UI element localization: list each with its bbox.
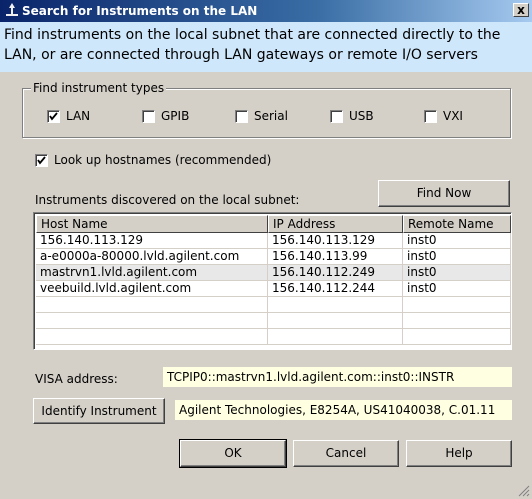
cell-ip: 156.140.113.129 [268, 233, 403, 249]
checkbox-lookup-label: Look up hostnames (recommended) [54, 153, 272, 167]
checkbox-gpib[interactable]: GPIB [142, 109, 189, 123]
find-now-button[interactable]: Find Now [378, 180, 510, 207]
table-row[interactable]: 156.140.113.129 156.140.113.129 inst0 [36, 233, 511, 249]
cell-host: a-e0000a-80000.lvld.agilent.com [36, 249, 268, 265]
cell-ip: 156.140.113.99 [268, 249, 403, 265]
banner-line-2: LAN, or are connected through LAN gatewa… [4, 47, 478, 63]
cell-empty [268, 297, 403, 313]
title-bar: Search for Instruments on the LAN x [0, 0, 532, 22]
info-banner: Find instruments on the local subnet tha… [0, 22, 532, 72]
table-row-empty [36, 313, 511, 329]
table-row[interactable]: a-e0000a-80000.lvld.agilent.com 156.140.… [36, 249, 511, 265]
instrument-types-group: Find instrument types LAN GPIB Serial US… [22, 81, 511, 138]
cell-remote: inst0 [403, 281, 511, 297]
cell-ip: 156.140.112.249 [268, 265, 403, 281]
cell-empty [36, 329, 268, 345]
cell-host: mastrvn1.lvld.agilent.com [36, 265, 268, 281]
column-remote-name[interactable]: Remote Name [403, 215, 511, 233]
close-button[interactable]: x [513, 3, 529, 17]
checkbox-gpib-label: GPIB [161, 109, 190, 123]
cell-host: 156.140.113.129 [36, 233, 268, 249]
ok-button[interactable]: OK [179, 439, 287, 468]
cancel-button[interactable]: Cancel [293, 440, 399, 467]
banner-line-1: Find instruments on the local subnet tha… [4, 27, 501, 43]
cell-empty [403, 313, 511, 329]
checkbox-lan-label: LAN [66, 109, 91, 123]
close-icon: x [517, 3, 525, 17]
cell-empty [36, 313, 268, 329]
checkbox-usb[interactable]: USB [330, 109, 374, 123]
column-ip-address[interactable]: IP Address [268, 215, 403, 233]
checkbox-serial[interactable]: Serial [235, 109, 288, 123]
checkbox-vxi-box[interactable] [424, 109, 437, 123]
window-title: Search for Instruments on the LAN [22, 4, 258, 18]
cell-empty [403, 329, 511, 345]
list-rows: 156.140.113.129 156.140.113.129 inst0 a-… [36, 233, 511, 345]
cell-host: veebuild.lvld.agilent.com [36, 281, 268, 297]
cell-empty [268, 329, 403, 345]
checkbox-lookup-box[interactable] [35, 153, 48, 167]
instrument-icon [4, 2, 20, 18]
discovered-label: Instruments discovered on the local subn… [35, 193, 300, 207]
checkbox-serial-label: Serial [254, 109, 288, 123]
cell-empty [36, 297, 268, 313]
list-header: Host Name IP Address Remote Name [36, 215, 511, 233]
column-host-name[interactable]: Host Name [36, 215, 268, 233]
checkbox-gpib-box[interactable] [142, 109, 155, 123]
checkbox-lan[interactable]: LAN [47, 109, 90, 123]
resize-grip-icon[interactable] [518, 485, 530, 497]
instrument-types-legend: Find instrument types [31, 81, 167, 95]
cell-empty [268, 313, 403, 329]
cell-remote: inst0 [403, 265, 511, 281]
table-row-empty [36, 329, 511, 345]
checkbox-usb-label: USB [349, 109, 374, 123]
instruments-list[interactable]: Host Name IP Address Remote Name 156.140… [33, 212, 512, 350]
cell-remote: inst0 [403, 233, 511, 249]
table-row-empty [36, 297, 511, 313]
checkbox-vxi-label: VXI [443, 109, 463, 123]
identify-instrument-button[interactable]: Identify Instrument [33, 398, 165, 424]
cell-remote: inst0 [403, 249, 511, 265]
table-row-selected[interactable]: mastrvn1.lvld.agilent.com 156.140.112.24… [36, 265, 511, 281]
checkbox-lookup-hostnames[interactable]: Look up hostnames (recommended) [35, 153, 271, 167]
checkbox-lan-box[interactable] [47, 109, 60, 123]
identify-result-field: Agilent Technologies, E8254A, US41040038… [175, 400, 512, 420]
checkbox-usb-box[interactable] [330, 109, 343, 123]
checkbox-vxi[interactable]: VXI [424, 109, 463, 123]
table-row[interactable]: veebuild.lvld.agilent.com 156.140.112.24… [36, 281, 511, 297]
checkbox-serial-box[interactable] [235, 109, 248, 123]
visa-address-label: VISA address: [35, 372, 118, 386]
help-button[interactable]: Help [406, 440, 512, 467]
cell-empty [403, 297, 511, 313]
cell-ip: 156.140.112.244 [268, 281, 403, 297]
visa-address-field[interactable]: TCPIP0::mastrvn1.lvld.agilent.com::inst0… [163, 367, 512, 387]
